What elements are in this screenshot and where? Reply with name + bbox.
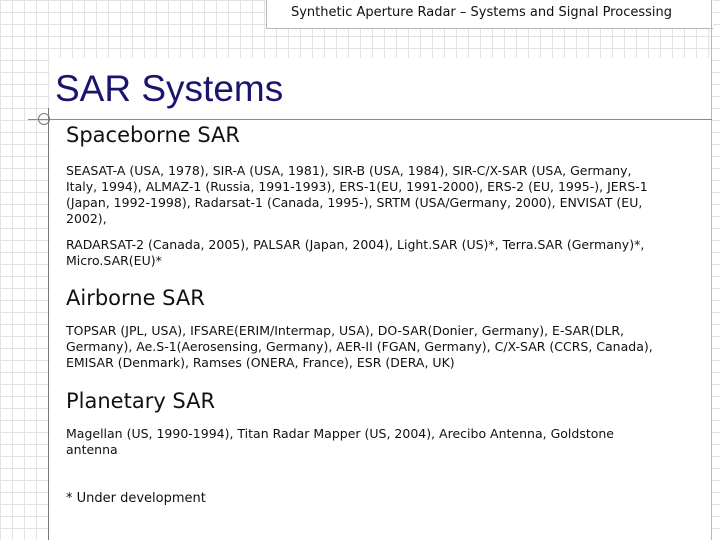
right-rule [711,0,712,540]
vertical-rule [48,108,49,540]
ring-decoration [38,113,50,125]
section-heading-airborne: Airborne SAR [66,286,205,310]
section-text-airborne: TOPSAR (JPL, USA), IFSARE(ERIM/Intermap,… [66,323,653,370]
section-heading-spaceborne: Spaceborne SAR [66,123,241,147]
section-text-planetary: Magellan (US, 1990-1994), Titan Radar Ma… [66,426,614,457]
header-title: Synthetic Aperture Radar – Systems and S… [290,5,672,20]
section-heading-planetary: Planetary SAR [66,389,216,413]
section-text-spaceborne-1: SEASAT-A (USA, 1978), SIR-A (USA, 1981),… [66,163,648,226]
header-bar: Synthetic Aperture Radar – Systems and S… [266,0,713,29]
section-text-spaceborne-2: RADARSAT-2 (Canada, 2005), PALSAR (Japan… [66,237,645,268]
slide-title: SAR Systems [55,68,284,109]
horizontal-rule [28,119,712,120]
footnote: * Under development [66,491,206,506]
